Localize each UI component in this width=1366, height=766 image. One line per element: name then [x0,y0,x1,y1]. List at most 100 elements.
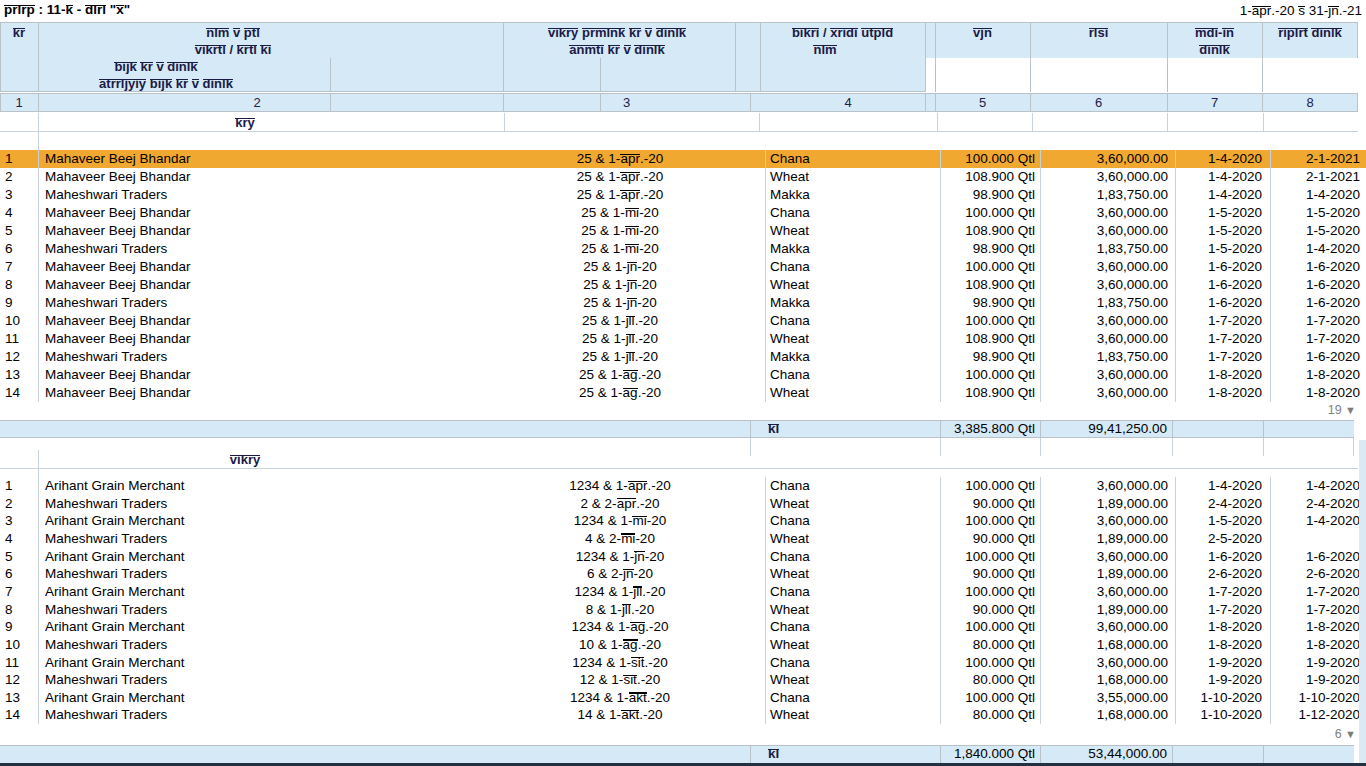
table-row[interactable]: 13Arihant Grain Merchant1234 & 1-akt.-20… [0,689,1366,707]
cell-product: Wheat [770,495,920,513]
cell-report-date: 1-8-2020 [1280,384,1360,402]
cell-party-name: Arihant Grain Merchant [45,477,475,495]
cell-mandi-date: 1-4-2020 [1180,186,1262,204]
cell-report-date: 1-6-2020 [1280,276,1360,294]
table-row[interactable]: 1Mahaveer Beej Bhandar25 & 1-apr.-20Chan… [0,150,1366,168]
section-label-vikray: vikry [38,451,452,468]
cell-weight: 90.000 Qtl [930,495,1035,513]
table-row[interactable]: 5Mahaveer Beej Bhandar25 & 1-mi-20Wheat1… [0,222,1366,240]
cell-report-date: 1-9-2020 [1280,654,1360,672]
cell-amount: 3,60,000.00 [1045,150,1168,168]
table-row[interactable]: 12Maheshwari Traders12 & 1-sit.-20Wheat8… [0,671,1366,689]
table-row[interactable]: 7Arihant Grain Merchant1234 & 1-jll.-20C… [0,583,1366,601]
cell-amount: 3,60,000.00 [1045,583,1168,601]
table-row[interactable]: 9Maheshwari Traders25 & 1-jn-20Makka98.9… [0,294,1366,312]
cell-product: Chana [770,548,920,566]
cell-weight: 80.000 Qtl [930,706,1035,724]
table-row[interactable]: 12Maheshwari Traders25 & 1-jll.-20Makka9… [0,348,1366,366]
cell-party-name: Maheshwari Traders [45,671,475,689]
table-row[interactable]: 4Mahaveer Beej Bhandar25 & 1-mi-20Chana1… [0,204,1366,222]
cell-amount: 3,60,000.00 [1045,384,1168,402]
col-header-name-line4: atrrljyiy bijk kr v dinlk [38,75,294,92]
table-row[interactable]: 10Maheshwari Traders10 & 1-ag.-20Wheat80… [0,636,1366,654]
header-blank-cells [925,58,1358,92]
table-row[interactable]: 4Maheshwari Traders4 & 2-mi-20Wheat90.00… [0,530,1366,548]
cell-certificate: 1234 & 1-akt.-20 [490,689,750,707]
cell-party-name: Maheshwari Traders [45,636,475,654]
cell-party-name: Maheshwari Traders [45,240,475,258]
cell-serial: 11 [5,654,37,672]
dropdown-arrow-icon: ▼ [1345,728,1356,740]
cell-serial: 8 [5,601,37,619]
table-row[interactable]: 8Maheshwari Traders8 & 1-jll.-20Wheat90.… [0,601,1366,619]
cell-certificate: 1234 & 1-jn-20 [490,548,750,566]
table-row[interactable]: 2Mahaveer Beej Bhandar25 & 1-apr.-20Whea… [0,168,1366,186]
column-number-6: 6 [1030,95,1167,110]
table-row[interactable]: 8Mahaveer Beej Bhandar25 & 1-jn-20Wheat1… [0,276,1366,294]
cell-mandi-date: 2-4-2020 [1180,495,1262,513]
column-grid-line [940,150,941,402]
cell-weight: 98.900 Qtl [930,348,1035,366]
cell-report-date: 1-6-2020 [1280,258,1360,276]
cell-weight: 100.000 Qtl [930,583,1035,601]
cell-party-name: Mahaveer Beej Bhandar [45,150,475,168]
cell-serial: 13 [5,366,37,384]
cell-product: Chana [770,150,920,168]
column-grid-line [1040,150,1041,402]
table-row[interactable]: 7Mahaveer Beej Bhandar25 & 1-jn-20Chana1… [0,258,1366,276]
cell-certificate: 1234 & 1-sit.-20 [490,654,750,672]
cell-report-date: 1-7-2020 [1280,601,1360,619]
table-row[interactable]: 9Arihant Grain Merchant1234 & 1-ag.-20Ch… [0,618,1366,636]
cell-product: Wheat [770,222,920,240]
cell-product: Chana [770,512,920,530]
cell-serial: 5 [5,548,37,566]
cell-mandi-date: 1-7-2020 [1180,348,1262,366]
report-period: 1-apr.-20 s 31-jn.-21 [1240,3,1362,18]
table-row[interactable]: 6Maheshwari Traders6 & 2-jn-20Wheat90.00… [0,565,1366,583]
table-row[interactable]: 11Arihant Grain Merchant1234 & 1-sit.-20… [0,654,1366,672]
table-row[interactable]: 3Arihant Grain Merchant1234 & 1-mi-20Cha… [0,512,1366,530]
table-row[interactable]: 10Mahaveer Beej Bhandar25 & 1-jll.-20Cha… [0,312,1366,330]
table-row[interactable]: 14Mahaveer Beej Bhandar25 & 1-ag.-20Whea… [0,384,1366,402]
more-indicator-sale[interactable]: 6 ▼ [1200,727,1356,741]
table-row[interactable]: 1Arihant Grain Merchant1234 & 1-apr.-20C… [0,477,1366,495]
table-row[interactable]: 3Maheshwari Traders25 & 1-apr.-20Makka98… [0,186,1366,204]
cell-weight: 90.000 Qtl [930,565,1035,583]
cell-party-name: Maheshwari Traders [45,565,475,583]
cell-product: Chana [770,204,920,222]
cell-amount: 1,83,750.00 [1045,240,1168,258]
table-row[interactable]: 6Maheshwari Traders25 & 1-mi-20Makka98.9… [0,240,1366,258]
table-row[interactable]: 5Arihant Grain Merchant1234 & 1-jn-20Cha… [0,548,1366,566]
table-row[interactable]: 2Maheshwari Traders2 & 2-apr.-20Wheat90.… [0,495,1366,513]
table-row[interactable]: 11Mahaveer Beej Bhandar25 & 1-jll.-20Whe… [0,330,1366,348]
cell-product: Makka [770,294,920,312]
cell-weight: 100.000 Qtl [930,366,1035,384]
column-grid-line [940,477,941,724]
cell-weight: 100.000 Qtl [930,548,1035,566]
cell-serial: 2 [5,168,37,186]
cell-party-name: Mahaveer Beej Bhandar [45,330,475,348]
cell-certificate: 25 & 1-mi-20 [490,204,750,222]
cell-report-date: 1-7-2020 [1280,330,1360,348]
cell-serial: 14 [5,706,37,724]
cell-mandi-date: 1-8-2020 [1180,384,1262,402]
cell-certificate: 1234 & 1-jll.-20 [490,583,750,601]
cell-certificate: 25 & 1-jn-20 [490,294,750,312]
more-indicator-purchase[interactable]: 19 ▼ [1200,403,1356,417]
cell-mandi-date: 1-5-2020 [1180,222,1262,240]
table-row[interactable]: 14Maheshwari Traders14 & 1-akt.-20Wheat8… [0,706,1366,724]
cell-product: Chana [770,477,920,495]
cell-report-date: 1-8-2020 [1280,636,1360,654]
cell-party-name: Arihant Grain Merchant [45,689,475,707]
cell-amount: 3,55,000.00 [1045,689,1168,707]
table-row[interactable]: 13Mahaveer Beej Bhandar25 & 1-ag.-20Chan… [0,366,1366,384]
cell-weight: 100.000 Qtl [930,512,1035,530]
cell-serial: 10 [5,636,37,654]
cell-weight: 100.000 Qtl [930,150,1035,168]
cell-amount: 3,60,000.00 [1045,618,1168,636]
column-grid-line [765,150,766,402]
cell-party-name: Mahaveer Beej Bhandar [45,258,475,276]
cell-serial: 9 [5,294,37,312]
cell-party-name: Arihant Grain Merchant [45,583,475,601]
column-number-7: 7 [1167,95,1262,110]
